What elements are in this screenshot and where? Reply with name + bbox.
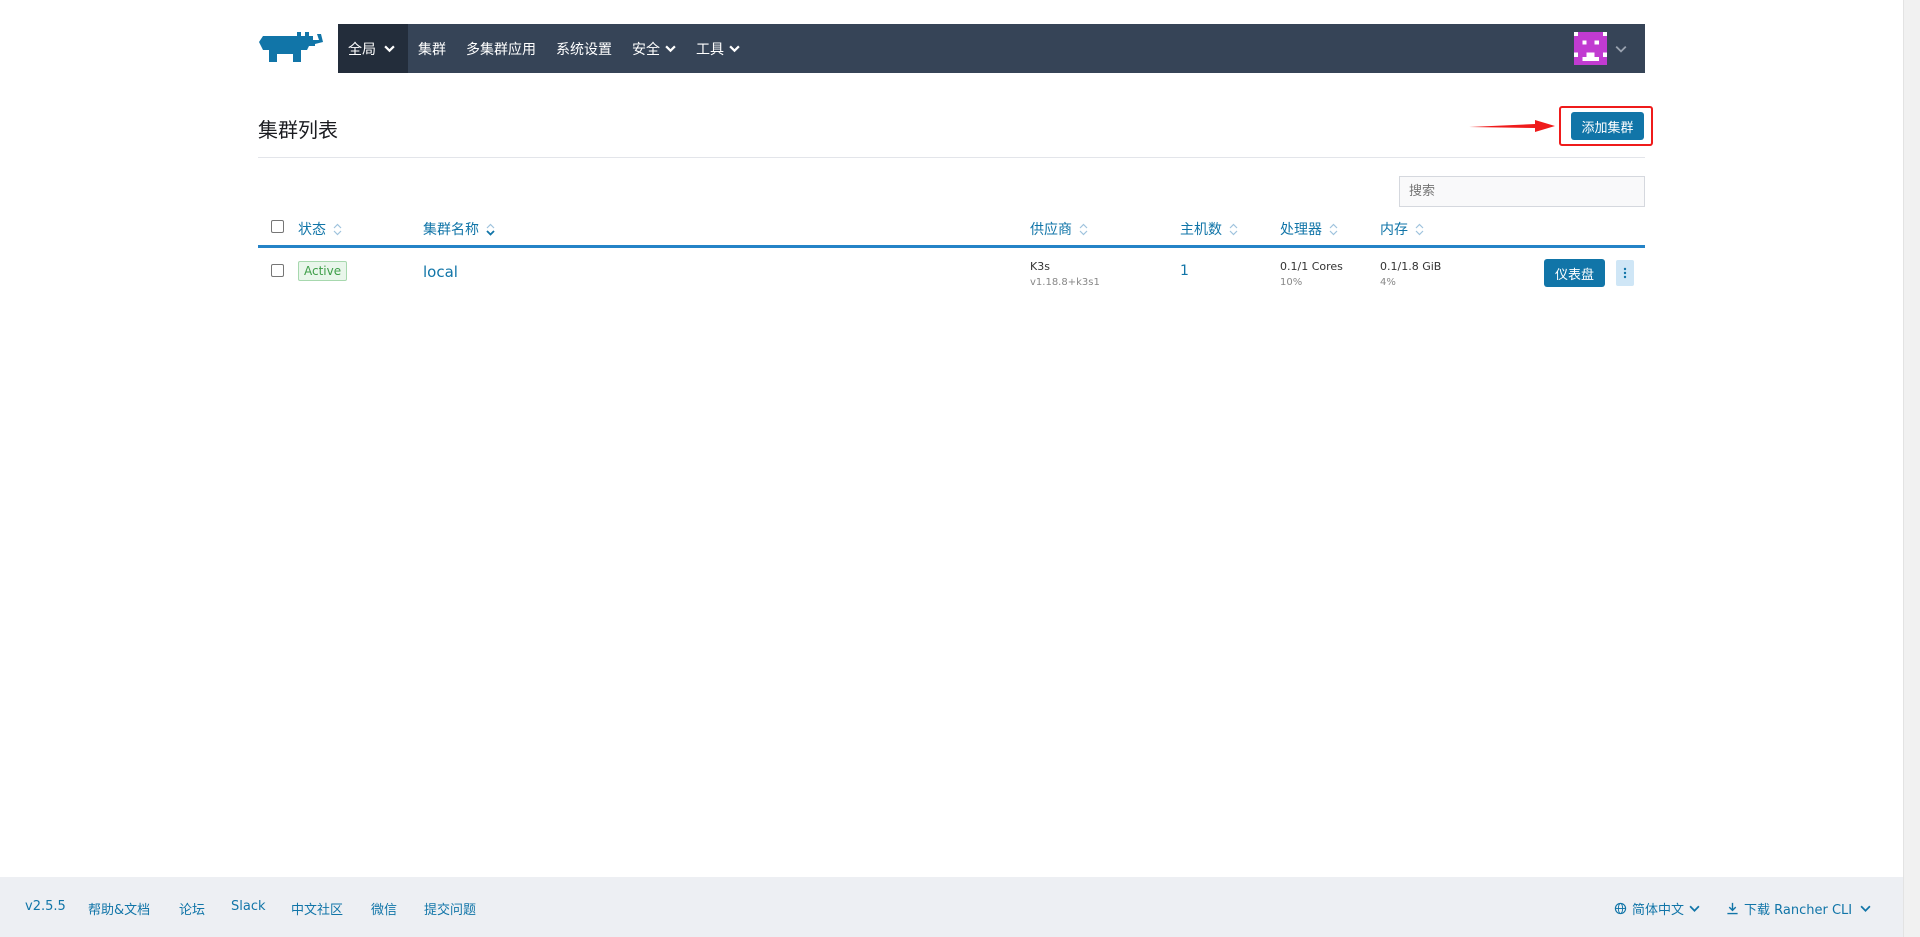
language-selector[interactable]: 简体中文 bbox=[1614, 899, 1700, 918]
page-title: 集群列表 bbox=[258, 118, 338, 142]
column-header-name[interactable]: 集群名称 bbox=[423, 219, 495, 239]
sort-icon bbox=[1329, 223, 1338, 235]
column-header-label: 集群名称 bbox=[423, 222, 479, 238]
status-badge: Active bbox=[298, 261, 348, 281]
download-cli-label: 下载 Rancher CLI bbox=[1744, 903, 1853, 918]
dashboard-button[interactable]: 仪表盘 bbox=[1544, 259, 1605, 287]
cpu-percent: 10% bbox=[1280, 277, 1303, 288]
column-header-provider[interactable]: 供应商 bbox=[1030, 219, 1088, 239]
nav-multi-cluster-apps-label: 多集群应用 bbox=[466, 41, 536, 58]
provider-version: v1.18.8+k3s1 bbox=[1030, 277, 1100, 288]
nav-clusters[interactable]: 集群 bbox=[408, 24, 456, 73]
chevron-down-icon bbox=[384, 45, 395, 53]
footer-link-docs[interactable]: 帮助&文档 bbox=[88, 899, 150, 918]
footer-link-forum[interactable]: 论坛 bbox=[179, 899, 205, 918]
divider bbox=[258, 157, 1645, 158]
kebab-menu-icon bbox=[1623, 267, 1627, 279]
page-scrollbar[interactable] bbox=[1903, 0, 1920, 937]
column-header-label: 内存 bbox=[1380, 222, 1408, 238]
globe-icon bbox=[1614, 902, 1627, 915]
top-navbar: 全局 集群 多集群应用 系统设置 安全 工具 bbox=[338, 24, 1645, 73]
table-header-rule bbox=[258, 245, 1645, 248]
column-header-label: 状态 bbox=[298, 222, 326, 238]
column-header-label: 处理器 bbox=[1280, 222, 1322, 238]
column-header-label: 供应商 bbox=[1030, 222, 1072, 238]
download-icon bbox=[1727, 902, 1738, 915]
sort-icon bbox=[1415, 223, 1424, 235]
rancher-logo-icon[interactable] bbox=[257, 30, 323, 66]
nav-tools-label: 工具 bbox=[696, 41, 724, 58]
footer-link-wechat[interactable]: 微信 bbox=[371, 899, 397, 918]
nav-security[interactable]: 安全 bbox=[622, 24, 686, 73]
download-cli-menu[interactable]: 下载 Rancher CLI bbox=[1726, 899, 1871, 918]
select-all-checkbox[interactable] bbox=[271, 220, 284, 233]
cluster-name-link[interactable]: local bbox=[423, 263, 458, 281]
footer-link-slack[interactable]: Slack bbox=[231, 899, 266, 914]
sort-icon bbox=[1079, 223, 1088, 235]
nav-settings[interactable]: 系统设置 bbox=[546, 24, 622, 73]
nav-global[interactable]: 全局 bbox=[338, 24, 408, 73]
node-count-link[interactable]: 1 bbox=[1180, 263, 1189, 279]
row-checkbox[interactable] bbox=[271, 264, 284, 277]
language-label: 简体中文 bbox=[1632, 903, 1685, 918]
avatar bbox=[1574, 32, 1607, 65]
chevron-down-icon bbox=[729, 45, 740, 53]
chevron-down-icon bbox=[1860, 905, 1871, 912]
add-cluster-button[interactable]: 添加集群 bbox=[1571, 112, 1644, 140]
cpu-usage: 0.1/1 Cores bbox=[1280, 260, 1343, 273]
user-menu[interactable] bbox=[1574, 24, 1645, 73]
search-input[interactable] bbox=[1399, 176, 1645, 207]
sort-icon bbox=[1229, 223, 1238, 235]
chevron-down-icon bbox=[665, 45, 676, 53]
sort-icon bbox=[333, 223, 342, 235]
column-header-cpu[interactable]: 处理器 bbox=[1280, 219, 1338, 239]
footer-link-chinese-community[interactable]: 中文社区 bbox=[291, 899, 343, 918]
column-header-state[interactable]: 状态 bbox=[298, 219, 342, 239]
nav-security-label: 安全 bbox=[632, 41, 660, 58]
annotation-arrow bbox=[1469, 120, 1555, 132]
nav-multi-cluster-apps[interactable]: 多集群应用 bbox=[456, 24, 546, 73]
chevron-down-icon bbox=[1615, 45, 1627, 53]
footer-link-issue[interactable]: 提交问题 bbox=[424, 899, 476, 918]
chevron-down-icon bbox=[1689, 905, 1700, 912]
nav-tools[interactable]: 工具 bbox=[686, 24, 750, 73]
row-actions-button[interactable] bbox=[1616, 260, 1634, 286]
column-header-nodes[interactable]: 主机数 bbox=[1180, 219, 1238, 239]
memory-percent: 4% bbox=[1380, 277, 1396, 288]
nav-global-label: 全局 bbox=[348, 41, 376, 58]
nav-settings-label: 系统设置 bbox=[556, 41, 612, 58]
memory-usage: 0.1/1.8 GiB bbox=[1380, 260, 1442, 273]
sort-desc-icon bbox=[486, 223, 495, 236]
column-header-label: 主机数 bbox=[1180, 222, 1222, 238]
version-link[interactable]: v2.5.5 bbox=[25, 899, 66, 914]
column-header-memory[interactable]: 内存 bbox=[1380, 219, 1424, 239]
nav-clusters-label: 集群 bbox=[418, 41, 446, 58]
provider-name: K3s bbox=[1030, 260, 1050, 273]
